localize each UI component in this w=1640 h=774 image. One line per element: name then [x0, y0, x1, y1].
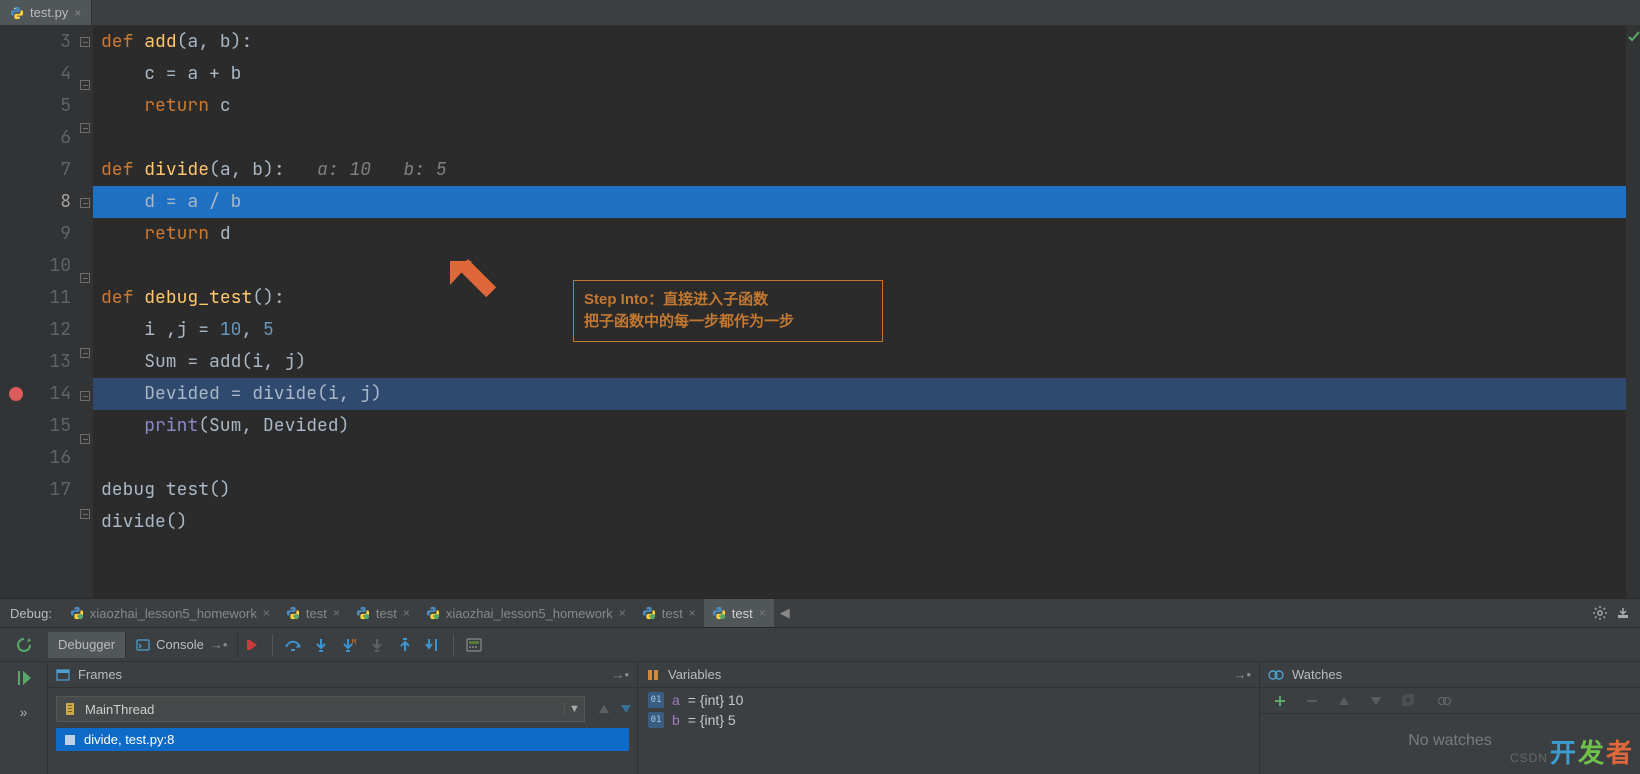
- editor-tab-title: test.py: [30, 5, 68, 20]
- run-to-cursor-button[interactable]: [419, 631, 447, 659]
- force-step-into-button[interactable]: [363, 631, 391, 659]
- remove-watch-button[interactable]: [1298, 687, 1326, 715]
- copy-watch-button[interactable]: [1394, 687, 1422, 715]
- debug-label: Debug:: [0, 606, 62, 621]
- prev-frame-button[interactable]: [593, 698, 615, 720]
- restore-layout-icon[interactable]: →•: [611, 667, 629, 682]
- close-session-icon[interactable]: ×: [689, 606, 696, 620]
- variable-row[interactable]: 01a = {int} 10: [638, 690, 1259, 710]
- code-area[interactable]: def add(a, b): c = a + b return c def di…: [93, 26, 1626, 598]
- debug-session-tab[interactable]: xiaozhai_lesson5_homework×: [62, 599, 278, 627]
- close-tab-icon[interactable]: ×: [74, 6, 81, 20]
- settings-icon[interactable]: [1592, 605, 1608, 621]
- editor-tab[interactable]: test.py ×: [0, 0, 92, 25]
- step-over-button[interactable]: [279, 631, 307, 659]
- next-frame-button[interactable]: [615, 698, 637, 720]
- watch-down-button[interactable]: [1362, 687, 1390, 715]
- no-watches-label: No watches: [1260, 714, 1640, 768]
- code-editor[interactable]: 345 678 91011 121314 151617 def add(a, b…: [0, 26, 1640, 598]
- evaluate-expression-button[interactable]: [460, 631, 488, 659]
- frames-icon: [56, 668, 70, 682]
- variables-title: Variables: [668, 667, 721, 682]
- close-session-icon[interactable]: ×: [619, 606, 626, 620]
- close-session-icon[interactable]: ×: [759, 606, 766, 620]
- inspection-strip[interactable]: [1626, 26, 1640, 598]
- debug-session-bar: Debug: xiaozhai_lesson5_homework×test×te…: [0, 598, 1640, 628]
- annotation-box: Step Into：直接进入子函数 把子函数中的每一步都作为一步: [573, 280, 883, 342]
- close-session-icon[interactable]: ×: [263, 606, 270, 620]
- debug-session-tab[interactable]: test×: [634, 599, 704, 627]
- breakpoint-icon[interactable]: [9, 387, 23, 401]
- line-number-gutter: 345 678 91011 121314 151617: [32, 26, 79, 598]
- debugger-tab[interactable]: Debugger: [48, 632, 126, 658]
- debug-session-tab[interactable]: xiaozhai_lesson5_homework×: [418, 599, 634, 627]
- debug-session-tab[interactable]: test×: [278, 599, 348, 627]
- breakpoint-gutter[interactable]: [0, 26, 32, 598]
- rerun-button[interactable]: [10, 631, 38, 659]
- show-watches-in-vars-button[interactable]: [1430, 687, 1458, 715]
- watches-title: Watches: [1292, 667, 1342, 682]
- variable-type-icon: 01: [648, 692, 664, 708]
- thread-selector[interactable]: MainThread ▼: [56, 696, 585, 722]
- thread-icon: [63, 702, 77, 716]
- variable-row[interactable]: 01b = {int} 5: [638, 710, 1259, 730]
- step-into-my-code-button[interactable]: M: [335, 631, 363, 659]
- close-session-icon[interactable]: ×: [333, 606, 340, 620]
- resume-button[interactable]: [10, 664, 38, 692]
- step-out-button[interactable]: [391, 631, 419, 659]
- variables-panel: Variables →• 01a = {int} 1001b = {int} 5: [638, 662, 1260, 774]
- thread-dropdown-icon[interactable]: ▼: [564, 703, 584, 715]
- variable-type-icon: 01: [648, 712, 664, 728]
- inspection-ok-icon: [1627, 30, 1640, 46]
- svg-text:M: M: [352, 638, 356, 646]
- debug-toolbar: Debugger Console →• M: [0, 628, 1640, 662]
- watch-up-button[interactable]: [1330, 687, 1358, 715]
- debug-session-tab[interactable]: test×: [704, 599, 774, 627]
- python-file-icon: [10, 6, 24, 20]
- frames-title: Frames: [78, 667, 122, 682]
- stack-frame[interactable]: divide, test.py:8: [56, 728, 629, 751]
- console-tab[interactable]: Console →•: [126, 632, 238, 658]
- debug-session-tab[interactable]: test×: [348, 599, 418, 627]
- show-execution-point-button[interactable]: [238, 631, 266, 659]
- hide-panel-icon[interactable]: [1616, 606, 1630, 620]
- execution-line: d = a / b: [93, 186, 1626, 218]
- scroll-left-icon[interactable]: ◀: [774, 605, 796, 621]
- step-into-button[interactable]: [307, 631, 335, 659]
- add-watch-button[interactable]: [1266, 687, 1294, 715]
- fold-gutter[interactable]: [79, 26, 93, 598]
- frame-icon: [64, 734, 76, 746]
- watches-panel: Watches No watches: [1260, 662, 1640, 774]
- watches-icon: [1268, 668, 1284, 682]
- debug-panels: » Frames →• MainThread ▼: [0, 662, 1640, 774]
- run-controls: »: [0, 662, 48, 774]
- editor-tabbar: test.py ×: [0, 0, 1640, 26]
- close-session-icon[interactable]: ×: [403, 606, 410, 620]
- more-button[interactable]: »: [10, 698, 38, 726]
- paused-line: Devided = divide(i, j): [93, 378, 1626, 410]
- variables-icon: [646, 668, 660, 682]
- restore-layout-icon[interactable]: →•: [1233, 667, 1251, 682]
- frames-panel: Frames →• MainThread ▼: [48, 662, 638, 774]
